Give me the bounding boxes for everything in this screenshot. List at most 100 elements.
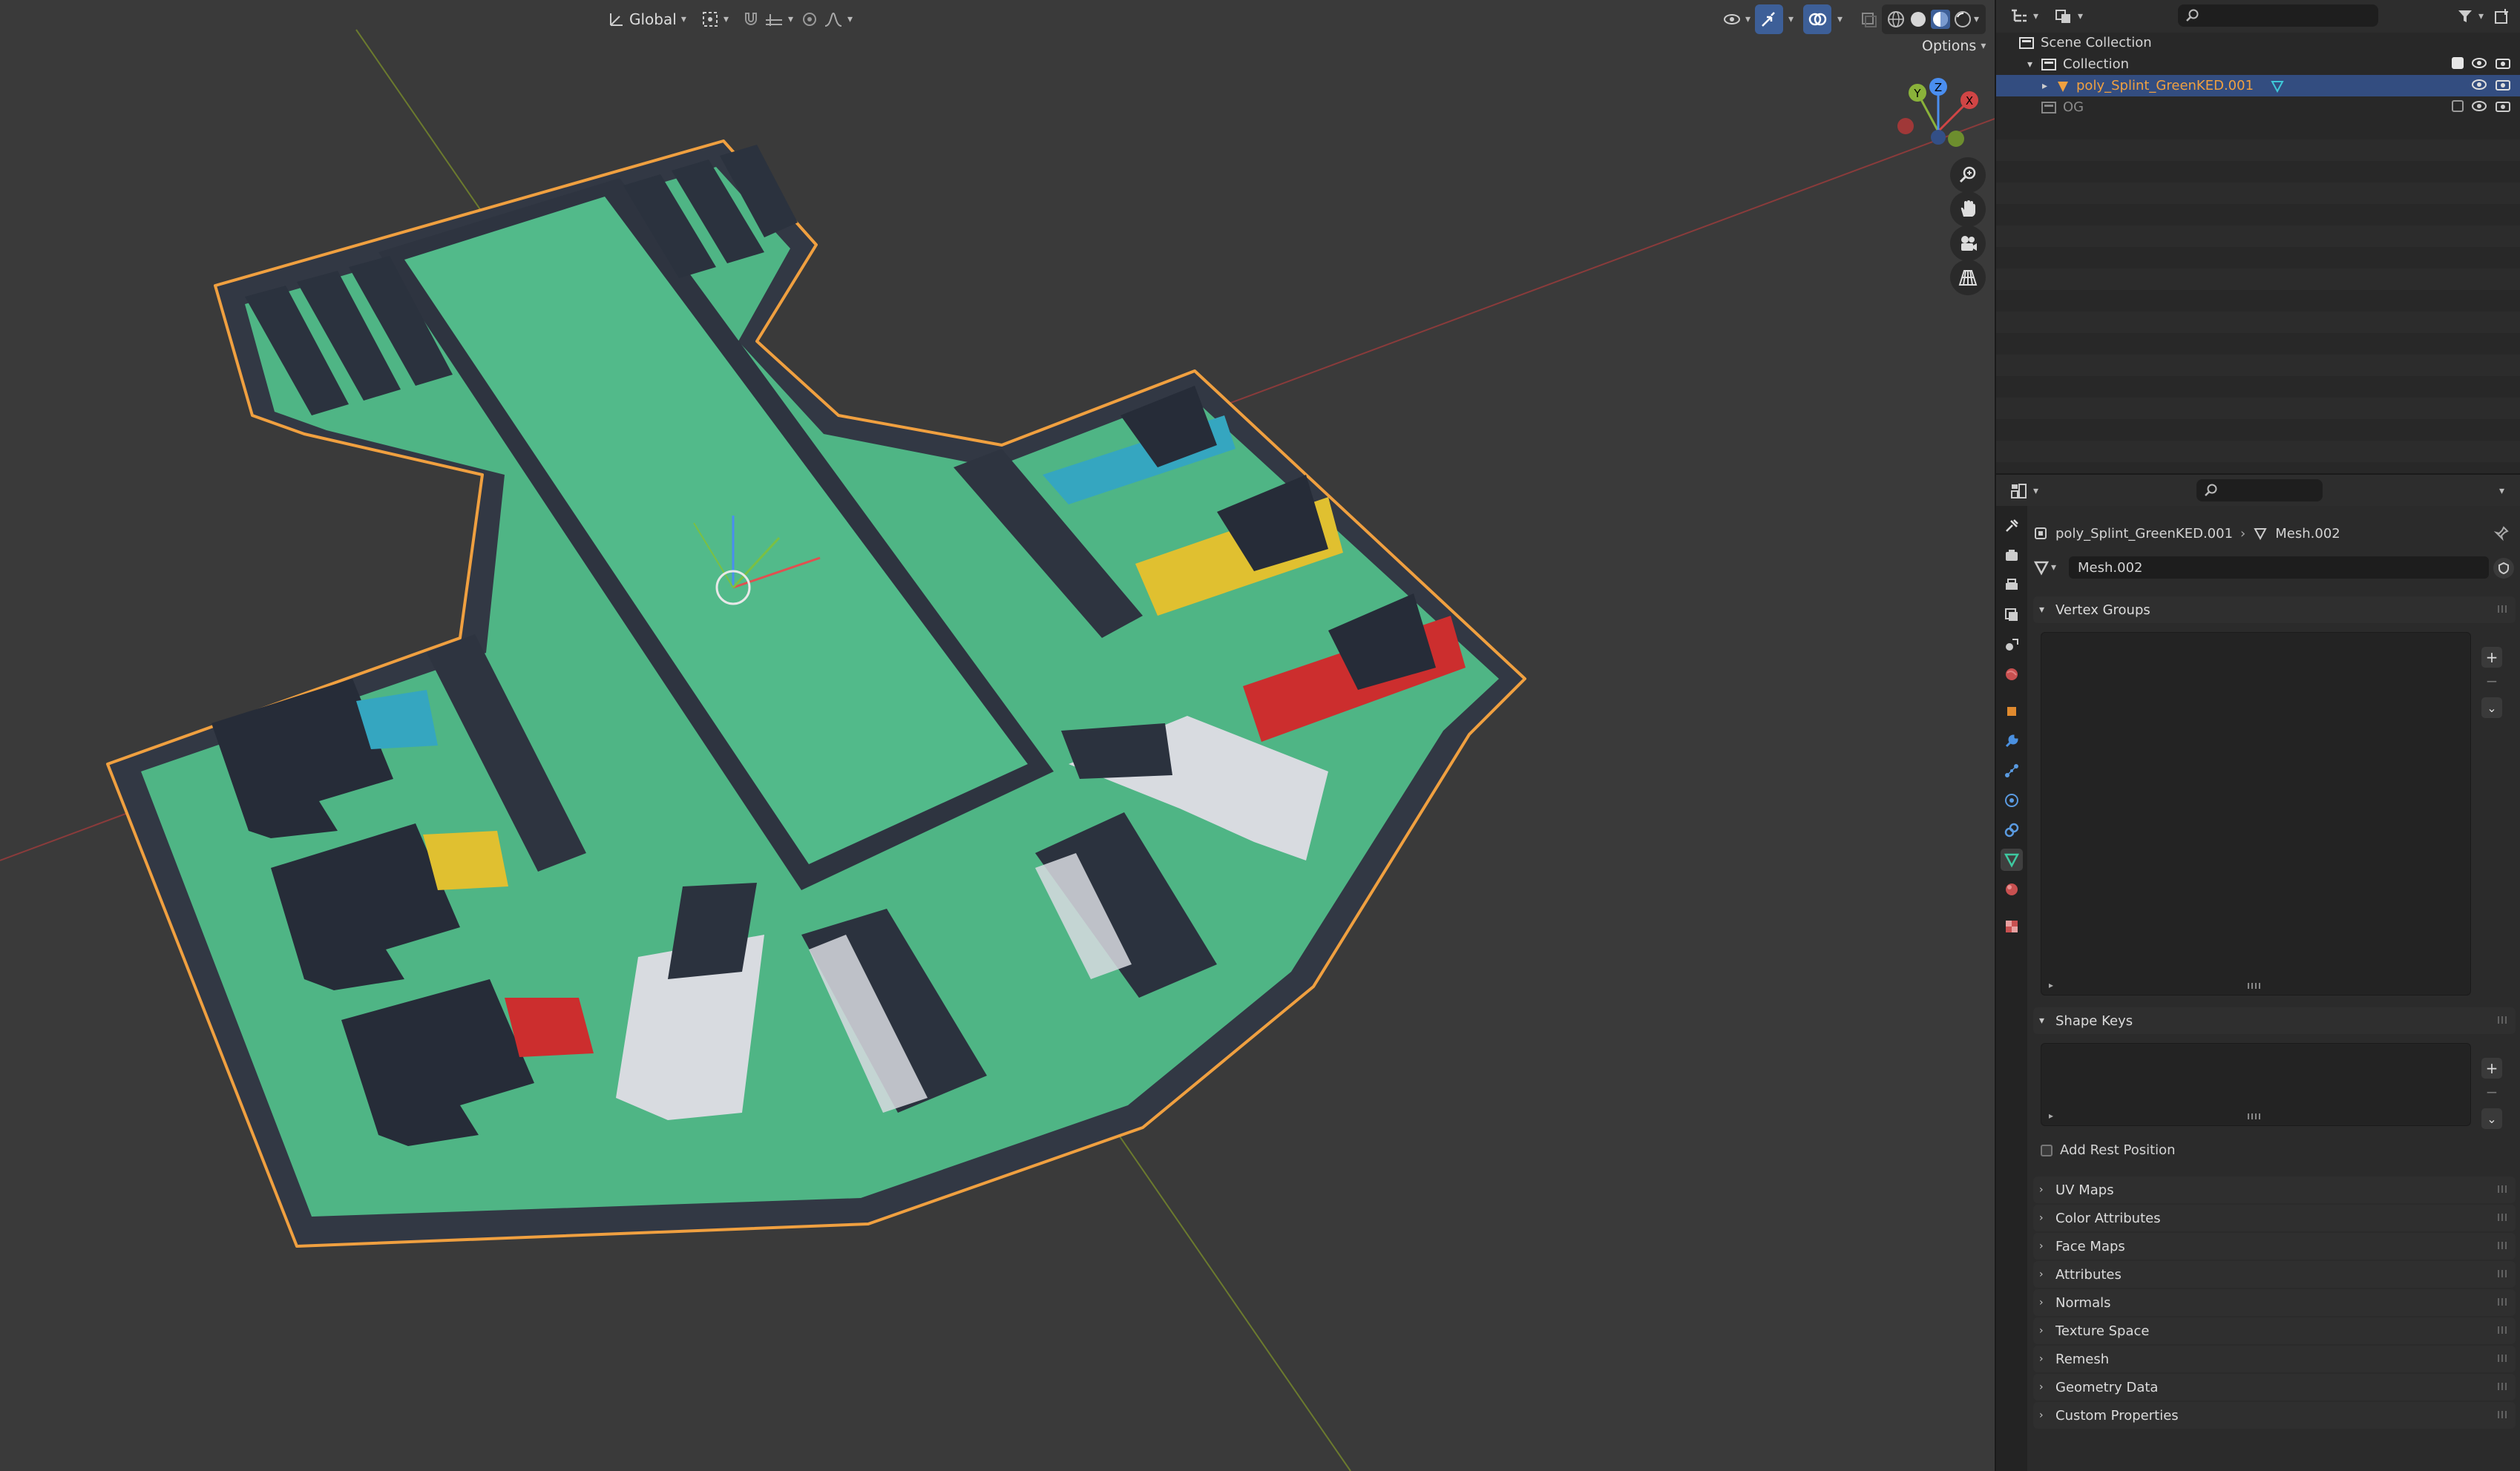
gizmo-toggle[interactable] (1755, 4, 1783, 34)
eye-icon[interactable] (2471, 100, 2487, 112)
zoom-button[interactable] (1950, 157, 1986, 193)
add-rest-position-row[interactable]: Add Rest Position (2041, 1142, 2176, 1158)
overlays-dropdown[interactable]: ▾ (1830, 4, 1850, 34)
vertex-groups-list[interactable]: ▸ (2041, 632, 2471, 996)
drag-grip-icon[interactable] (2498, 1355, 2508, 1362)
editor-type-dropdown[interactable]: ▾ (2002, 1, 2046, 31)
panel-texture-space-header[interactable]: › Texture Space (2033, 1317, 2516, 1344)
tab-object[interactable] (2001, 700, 2023, 723)
exclude-checkbox[interactable] (2452, 57, 2464, 69)
transform-orientation-dropdown[interactable]: Global ▾ (601, 4, 694, 34)
new-collection-button[interactable] (2486, 1, 2519, 31)
navigation-gizmo[interactable]: X Y Z (1885, 70, 1989, 159)
drag-grip-icon[interactable] (2498, 1016, 2508, 1024)
panel-uv-maps-header[interactable]: › UV Maps (2033, 1177, 2516, 1203)
mesh-data-icon[interactable] (2270, 79, 2285, 93)
tab-mesh-data[interactable] (2001, 849, 2023, 871)
drag-grip-icon[interactable] (2498, 1383, 2508, 1390)
outliner-search-input[interactable] (2178, 4, 2378, 27)
tab-output[interactable] (2001, 574, 2023, 596)
fake-user-button[interactable] (2493, 558, 2514, 579)
tab-scene[interactable] (2001, 634, 2023, 656)
tab-render[interactable] (2001, 544, 2023, 567)
drag-grip-icon[interactable] (2498, 605, 2508, 613)
add-vertex-group-button[interactable]: + (2481, 647, 2502, 668)
z-axis-label: Z (1935, 81, 1942, 94)
3d-viewport[interactable]: Global ▾ ▾ ▾ ▾ ▾ ▾ ▾ ▾ Options ▾ X Y Z (0, 0, 1995, 1471)
render-camera-icon[interactable] (2495, 78, 2511, 91)
list-resize-grip-icon[interactable] (2248, 1113, 2261, 1119)
perspective-toggle-button[interactable] (1950, 260, 1986, 295)
list-expand-icon[interactable]: ▸ (2049, 980, 2053, 990)
list-expand-icon[interactable]: ▸ (2049, 1110, 2053, 1121)
outliner-row-og-collection[interactable]: OG (1996, 96, 2520, 118)
outliner-empty-area[interactable] (1996, 118, 2520, 473)
pan-button[interactable] (1950, 191, 1986, 227)
shape-keys-list[interactable]: ▸ (2041, 1043, 2471, 1126)
add-shape-key-button[interactable]: + (2481, 1058, 2502, 1079)
outliner-row-object-selected[interactable]: ▸ poly_Splint_GreenKED.001 (1996, 75, 2520, 96)
material-preview-shading-active[interactable] (1931, 10, 1950, 29)
solid-shading-icon[interactable] (1909, 10, 1928, 29)
vertex-group-specials-button[interactable]: ⌄ (2481, 697, 2502, 718)
tab-world[interactable] (2001, 663, 2023, 685)
outliner-row-collection[interactable]: ▾ Collection (1996, 53, 2520, 75)
overlays-toggle[interactable] (1803, 4, 1831, 34)
drag-grip-icon[interactable] (2498, 1185, 2508, 1193)
drag-grip-icon[interactable] (2498, 1214, 2508, 1221)
options-dropdown[interactable]: Options ▾ (1914, 31, 1993, 61)
shading-dropdown[interactable]: ▾ (1966, 4, 1986, 34)
exclude-checkbox[interactable] (2452, 100, 2464, 112)
drag-grip-icon[interactable] (2498, 1298, 2508, 1306)
panel-remesh-header[interactable]: › Remesh (2033, 1346, 2516, 1372)
drag-grip-icon[interactable] (2498, 1411, 2508, 1418)
outliner-row-scene-collection[interactable]: Scene Collection (1996, 32, 2520, 53)
display-mode-dropdown[interactable]: ▾ (2047, 1, 2090, 31)
drag-grip-icon[interactable] (2498, 1270, 2508, 1277)
camera-view-button[interactable] (1950, 226, 1986, 261)
panel-attributes-header[interactable]: › Attributes (2033, 1261, 2516, 1288)
remove-vertex-group-button[interactable]: − (2481, 671, 2502, 691)
shape-key-specials-button[interactable]: ⌄ (2481, 1108, 2502, 1129)
tab-tool[interactable] (2001, 515, 2023, 537)
tab-particles[interactable] (2001, 760, 2023, 782)
drag-grip-icon[interactable] (2498, 1242, 2508, 1249)
panel-shape-keys-header[interactable]: ▾ Shape Keys (2033, 1007, 2516, 1034)
eye-icon[interactable] (2471, 79, 2487, 91)
tab-modifiers[interactable] (2001, 730, 2023, 752)
panel-vertex-groups-header[interactable]: ▾ Vertex Groups (2033, 596, 2516, 623)
tab-constraints[interactable] (2001, 819, 2023, 841)
tab-view-layer[interactable] (2001, 604, 2023, 626)
list-resize-grip-icon[interactable] (2248, 983, 2261, 989)
mesh-browse-button[interactable]: ▾ (2033, 559, 2056, 576)
panel-custom-properties-header[interactable]: › Custom Properties (2033, 1402, 2516, 1429)
expand-arrow-icon[interactable]: ▾ (2027, 59, 2041, 70)
tab-physics[interactable] (2001, 789, 2023, 812)
render-camera-icon[interactable] (2495, 56, 2511, 70)
eye-icon[interactable] (2471, 57, 2487, 69)
pin-icon[interactable] (2493, 525, 2510, 542)
filter-dropdown[interactable]: ▾ (2449, 1, 2491, 31)
add-rest-position-checkbox[interactable] (2041, 1144, 2053, 1156)
editor-type-dropdown[interactable]: ▾ (2002, 476, 2046, 506)
render-camera-icon[interactable] (2495, 99, 2511, 113)
selectability-dropdown[interactable]: ▾ (1716, 4, 1758, 34)
panel-face-maps-header[interactable]: › Face Maps (2033, 1233, 2516, 1260)
remove-shape-key-button[interactable]: − (2481, 1082, 2502, 1102)
scene-render[interactable] (0, 0, 1995, 1471)
wireframe-shading-icon[interactable] (1886, 10, 1906, 29)
properties-search-input[interactable] (2196, 479, 2323, 501)
expand-arrow-icon[interactable]: ▸ (2042, 80, 2055, 92)
options-dropdown[interactable]: ▾ (2492, 476, 2512, 506)
pivot-point-button[interactable]: ▾ (694, 4, 736, 34)
drag-grip-icon[interactable] (2498, 1326, 2508, 1334)
panel-color-attributes-header[interactable]: › Color Attributes (2033, 1205, 2516, 1231)
panel-normals-header[interactable]: › Normals (2033, 1289, 2516, 1316)
falloff-dropdown[interactable]: ▾ (816, 4, 860, 34)
mesh-name-field[interactable]: Mesh.002 (2069, 556, 2489, 579)
xray-toggle[interactable] (1852, 4, 1885, 34)
gizmo-dropdown[interactable]: ▾ (1781, 4, 1801, 34)
panel-geometry-data-header[interactable]: › Geometry Data (2033, 1374, 2516, 1401)
tab-texture[interactable] (2001, 915, 2023, 938)
tab-material[interactable] (2001, 878, 2023, 901)
